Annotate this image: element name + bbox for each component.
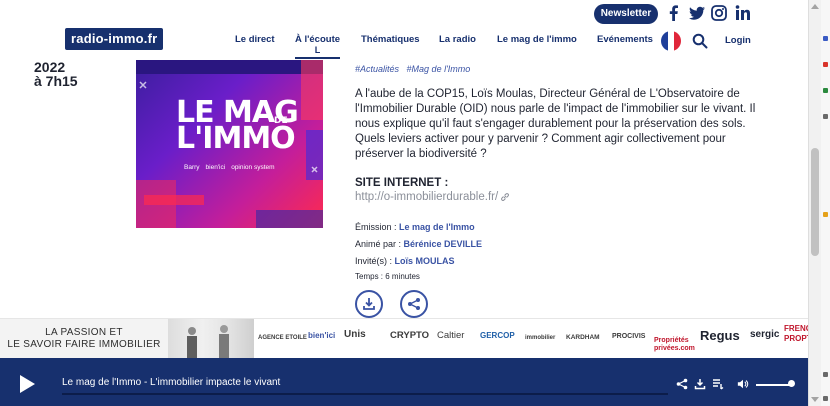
tag-actualites[interactable]: #Actualités — [355, 64, 399, 74]
browser-side-panel — [821, 0, 830, 406]
link-icon — [501, 193, 510, 201]
invite-row: Invité(s) : Loïs MOULAS — [355, 256, 455, 266]
page-scrollbar[interactable] — [808, 0, 821, 406]
instagram-icon[interactable] — [710, 4, 728, 22]
tag-mag-de-l-immo[interactable]: #Mag de l'Immo — [407, 64, 471, 74]
sponsors-banner[interactable]: LA PASSION ET LE SAVOIR FAIRE IMMOBILIER… — [0, 318, 808, 358]
emission-row: Émission : Le mag de l'Immo — [355, 222, 475, 232]
nav-a-l-ecoute-sub: L — [314, 45, 321, 55]
side-panel-icon[interactable] — [823, 36, 828, 41]
sponsor-logo[interactable]: PROCIVIS — [612, 333, 645, 340]
main-nav: Le direct À l'écoute L Thématiques La ra… — [0, 34, 808, 59]
scroll-up-arrow-icon[interactable] — [811, 4, 819, 9]
banner-slogan-line2: LE SAVOIR FAIRE IMMOBILIER — [7, 339, 161, 350]
sponsor-logo[interactable]: AGENCE ETOILE — [258, 335, 307, 341]
player-track-title: Le mag de l'Immo - L'immobilier impacte … — [62, 377, 281, 388]
site-internet-label: SITE INTERNET : — [355, 177, 449, 189]
volume-slider-track[interactable] — [756, 384, 792, 386]
nav-a-l-ecoute[interactable]: À l'écoute L — [295, 34, 341, 59]
site-internet-url[interactable]: http://o-immobilierdurable.fr/ — [355, 191, 498, 203]
banner-slogan-line1: LA PASSION ET — [45, 327, 123, 338]
side-panel-icon[interactable] — [823, 212, 828, 217]
sponsor-logo[interactable]: Regus — [700, 328, 740, 343]
sponsor-logo[interactable]: Unis — [344, 329, 366, 340]
sponsor-logo[interactable]: Caltier — [437, 330, 464, 341]
side-panel-icon[interactable] — [823, 62, 828, 67]
sponsor-logo[interactable]: immobilier — [525, 335, 555, 341]
sponsor-logo[interactable]: GERCOP — [480, 331, 515, 340]
episode-tags: #Actualités #Mag de l'Immo — [355, 64, 475, 74]
share-button[interactable] — [400, 290, 428, 318]
player-share-icon[interactable] — [676, 378, 688, 390]
sponsor-logo[interactable]: FRENCH PROPTECH — [784, 324, 808, 356]
nav-le-mag-de-l-immo[interactable]: Le mag de l'immo — [497, 34, 577, 45]
side-panel-icon[interactable] — [823, 114, 828, 119]
audio-player: Le mag de l'Immo - L'immobilier impacte … — [0, 358, 808, 406]
play-button[interactable] — [20, 375, 35, 393]
facebook-icon[interactable] — [665, 4, 683, 22]
download-icon — [363, 298, 375, 310]
side-panel-icon[interactable] — [823, 372, 828, 377]
sponsor-logo[interactable]: Propriétés privées.com — [654, 337, 698, 353]
linkedin-icon[interactable] — [734, 4, 752, 22]
sponsor-logo[interactable]: KARDHAM — [566, 334, 600, 341]
banner-photo — [168, 319, 254, 358]
banner-slogan: LA PASSION ET LE SAVOIR FAIRE IMMOBILIER — [0, 319, 168, 358]
anime-row: Animé par : Bérénice DEVILLE — [355, 239, 482, 249]
invite-link[interactable]: Loïs MOULAS — [395, 256, 455, 266]
site-internet-link[interactable]: http://o-immobilierdurable.fr/ — [355, 191, 510, 203]
episode-date-time: à 7h15 — [34, 73, 78, 89]
nav-a-l-ecoute-label: À l'écoute — [295, 34, 341, 45]
search-icon[interactable] — [692, 33, 708, 49]
artwork-sponsor: bien'ici — [205, 164, 226, 171]
playlist-icon[interactable] — [712, 378, 724, 390]
episode-duration: Temps : 6 minutes — [355, 272, 420, 281]
player-progress-bar[interactable] — [62, 393, 668, 395]
login-link[interactable]: Login — [725, 35, 751, 46]
banner-people-image — [187, 325, 229, 358]
page: radio-immo.fr Newsletter Le direct À l'é… — [0, 0, 830, 406]
anime-link[interactable]: Bérénice DEVILLE — [404, 239, 483, 249]
emission-label: Émission : — [355, 222, 400, 232]
player-download-icon[interactable] — [694, 378, 706, 390]
volume-slider-handle[interactable] — [788, 380, 795, 387]
artwork-sponsors: Barry bien'ici opinion system — [184, 164, 275, 171]
french-flag-icon[interactable] — [661, 31, 681, 51]
scroll-down-arrow-icon[interactable] — [811, 397, 819, 402]
download-button[interactable] — [355, 290, 383, 318]
side-panel-icon[interactable] — [823, 88, 828, 93]
nav-thematiques[interactable]: Thématiques — [361, 34, 420, 45]
invite-label: Invité(s) : — [355, 256, 395, 266]
sponsor-logo[interactable]: sergic — [750, 329, 779, 340]
volume-icon[interactable] — [737, 378, 749, 390]
artwork-title: LE MAG L'IMMO DE — [176, 98, 299, 154]
nav-evenements[interactable]: Evénements — [597, 34, 653, 45]
anime-label: Animé par : — [355, 239, 404, 249]
artwork-title-de: DE — [274, 116, 288, 126]
sponsor-logo[interactable]: bien'ici — [308, 331, 335, 340]
emission-link[interactable]: Le mag de l'Immo — [399, 222, 475, 232]
episode-date-year: 2022 — [34, 59, 66, 75]
share-icon — [408, 298, 420, 310]
scrollbar-thumb[interactable] — [811, 148, 819, 256]
nav-la-radio[interactable]: La radio — [439, 34, 476, 45]
podcast-artwork[interactable]: LE MAG L'IMMO DE Barry bien'ici opinion … — [136, 60, 323, 228]
artwork-sponsor: Barry — [184, 164, 200, 171]
episode-date: 2022 à 7h15 — [34, 60, 78, 88]
newsletter-button[interactable]: Newsletter — [594, 4, 658, 24]
twitter-icon[interactable] — [688, 4, 706, 22]
artwork-sponsor: opinion system — [231, 164, 275, 171]
site-header: radio-immo.fr Newsletter Le direct À l'é… — [0, 0, 808, 59]
sponsor-logo[interactable]: CRYPTO — [390, 330, 429, 341]
nav-le-direct[interactable]: Le direct — [235, 34, 275, 45]
side-panel-icon[interactable] — [823, 396, 828, 401]
episode-description: A l'aube de la COP15, Loïs Moulas, Direc… — [355, 88, 756, 160]
